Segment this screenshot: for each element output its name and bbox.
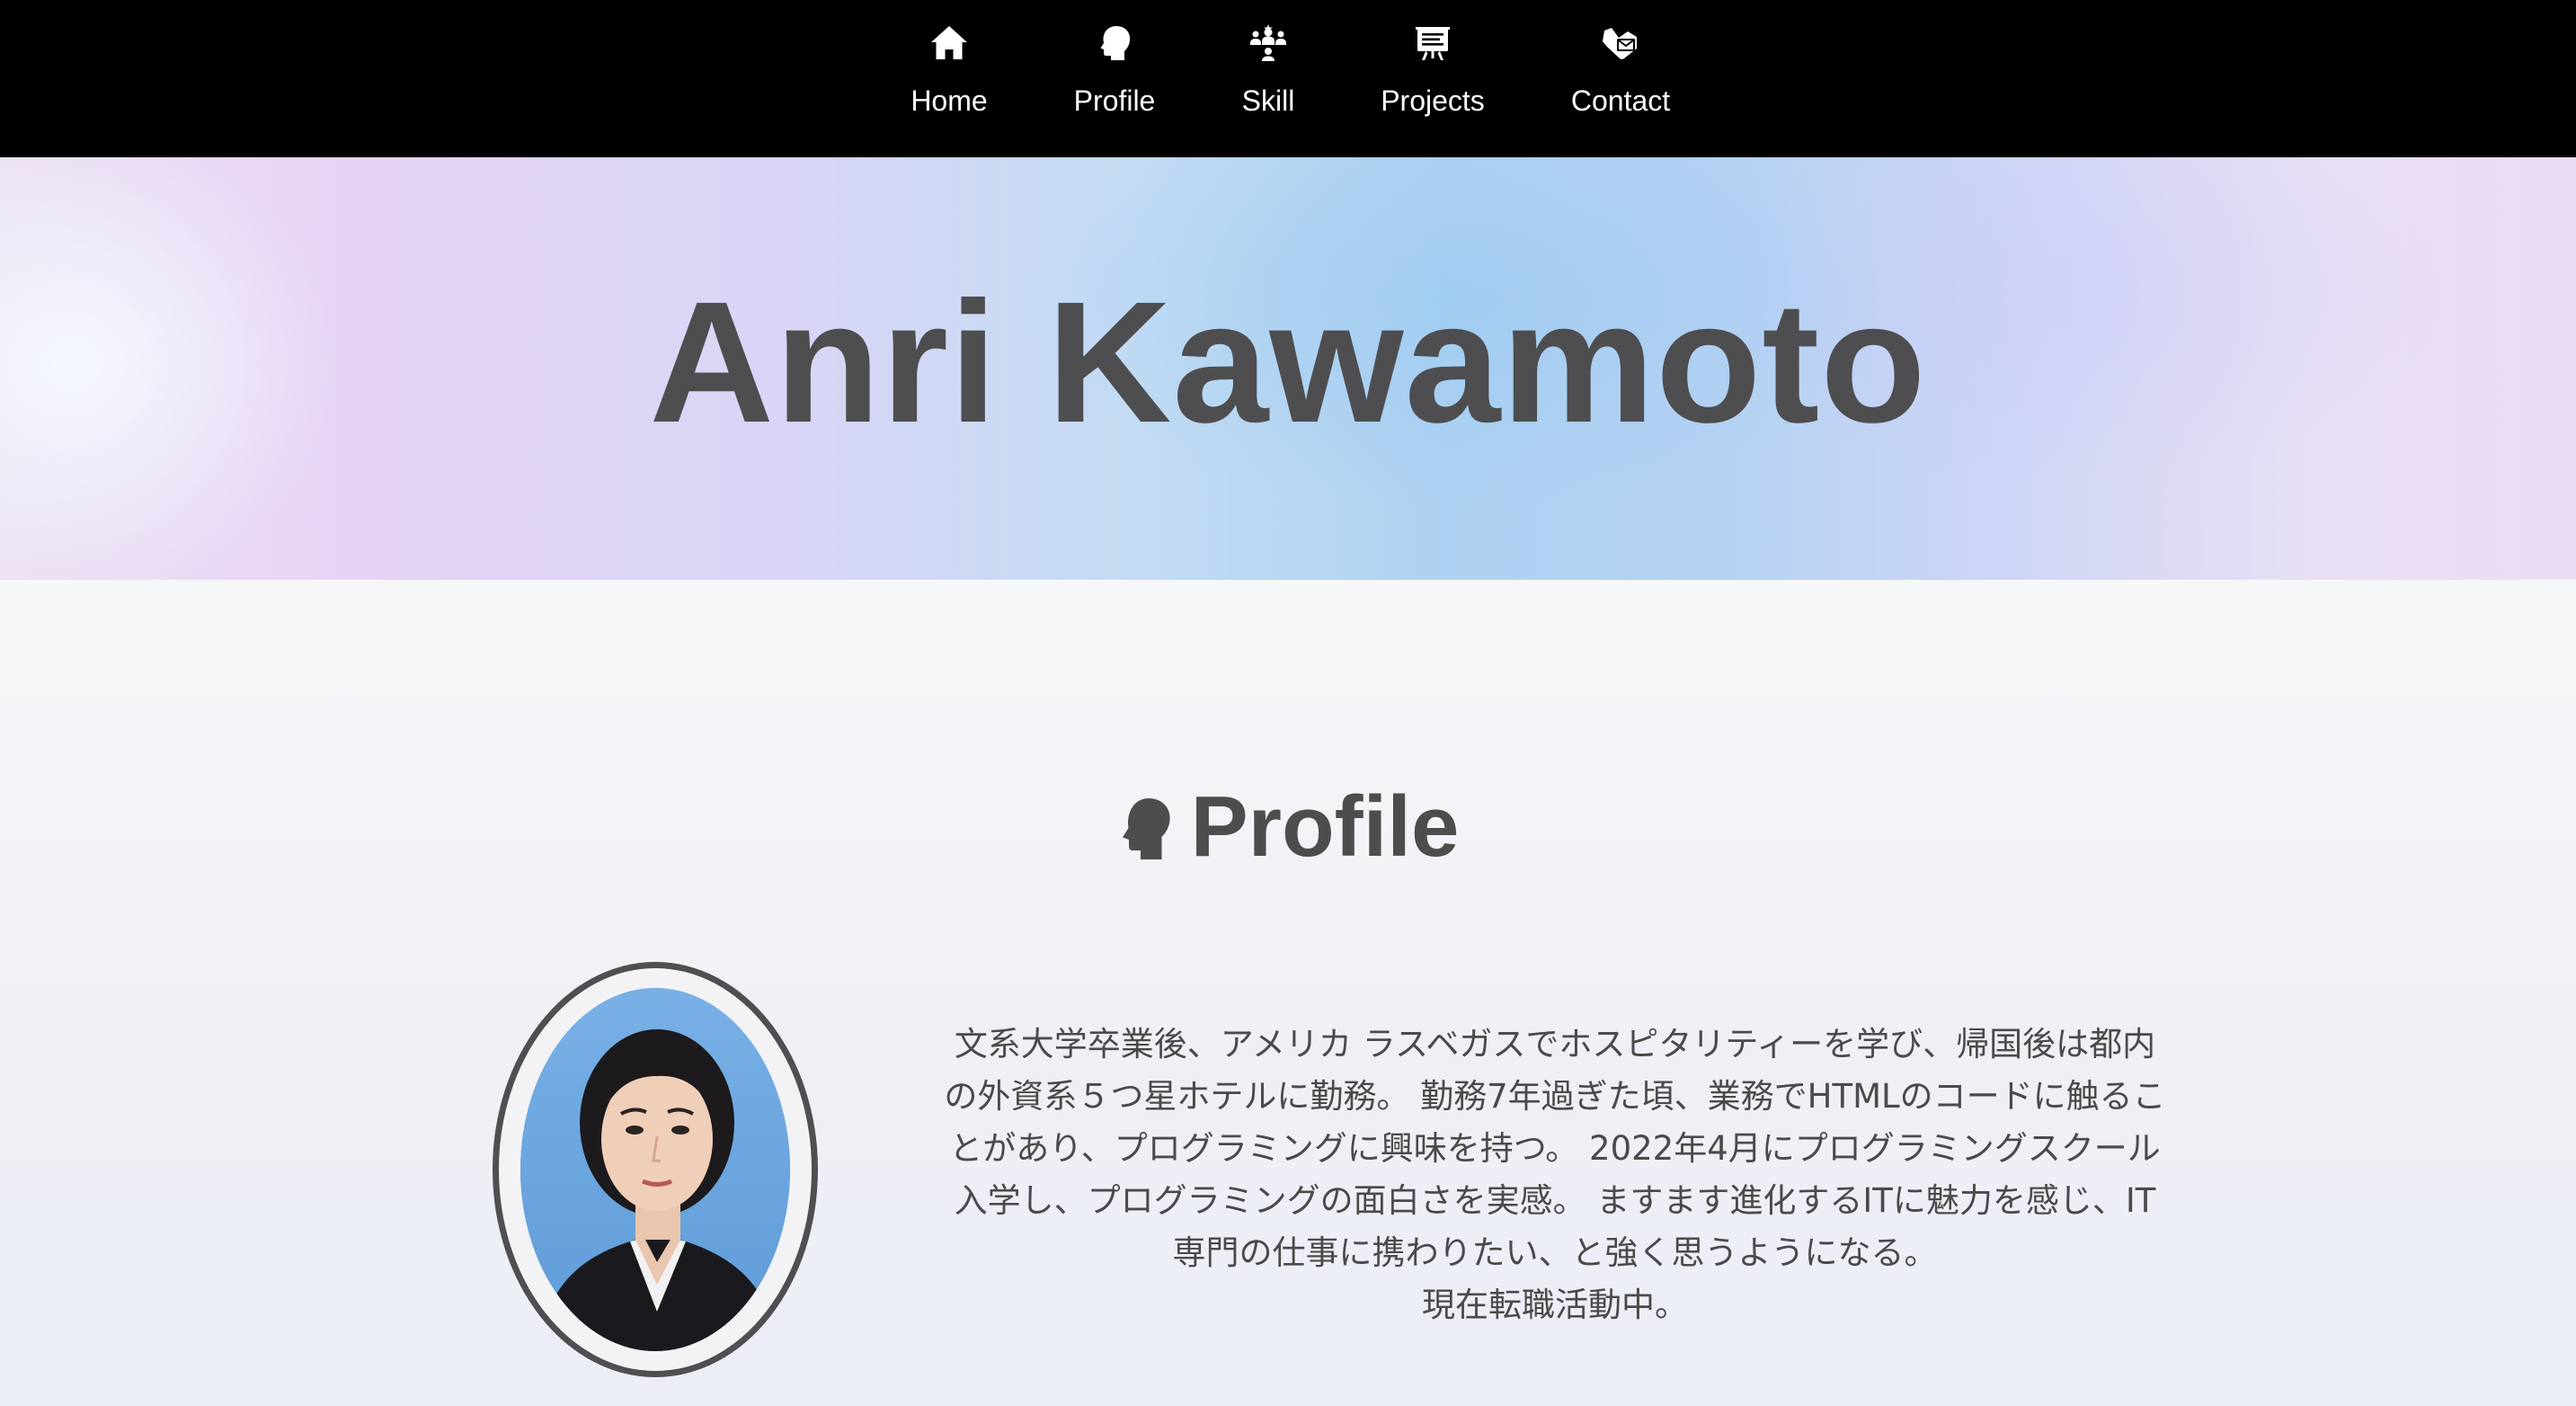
profile-section: Profile 文系大学卒業後、アメリカ ラスベガスでホスピタリティーを学び、帰… [0,580,2576,1406]
nav-label-home: Home [910,85,988,117]
site-title: Anri Kawamoto [649,265,1927,458]
handshake-mail-icon [1599,22,1642,65]
profile-heading: Profile [0,778,2576,877]
nav-label-contact: Contact [1570,85,1671,117]
nav-label-profile: Profile [1073,85,1156,117]
profile-photo [520,988,790,1351]
bio-line: 文系大学卒業後、アメリカ ラスベガスでホスピタリティーを学び、帰国後は都内 [954,1025,2156,1063]
head-icon [1117,796,1173,861]
skill-people-icon [1247,22,1290,65]
head-icon [1093,22,1136,65]
profile-bio: 文系大学卒業後、アメリカ ラスベガスでホスピタリティーを学び、帰国後は都内 の外… [926,1019,2184,1331]
bio-line: 現在転職活動中。 [1422,1286,1688,1324]
bio-line: 専門の仕事に携わりたい、と強く思うようになる。 [1172,1233,1938,1272]
profile-heading-text: Profile [1190,779,1460,875]
home-icon [928,22,971,65]
nav-label-skill: Skill [1241,85,1295,117]
presentation-board-icon [1411,22,1454,65]
profile-photo-frame [493,962,818,1377]
nav-label-projects: Projects [1381,85,1485,117]
hero-banner: Anri Kawamoto [0,157,2576,580]
bio-line: とがあり、プログラミングに興味を持つ。 2022年4月にプログラミングスクール [949,1129,2161,1168]
bio-line: 入学し、プログラミングの面白さを実感。 ますます進化するITに魅力を感じ、IT [954,1181,2156,1220]
top-navigation: Home Profile Skill Projects Contact [0,0,2576,157]
bio-line: の外資系５つ星ホテルに勤務。 勤務7年過ぎた頃、業務でHTMLのコードに触るこ [944,1077,2166,1116]
